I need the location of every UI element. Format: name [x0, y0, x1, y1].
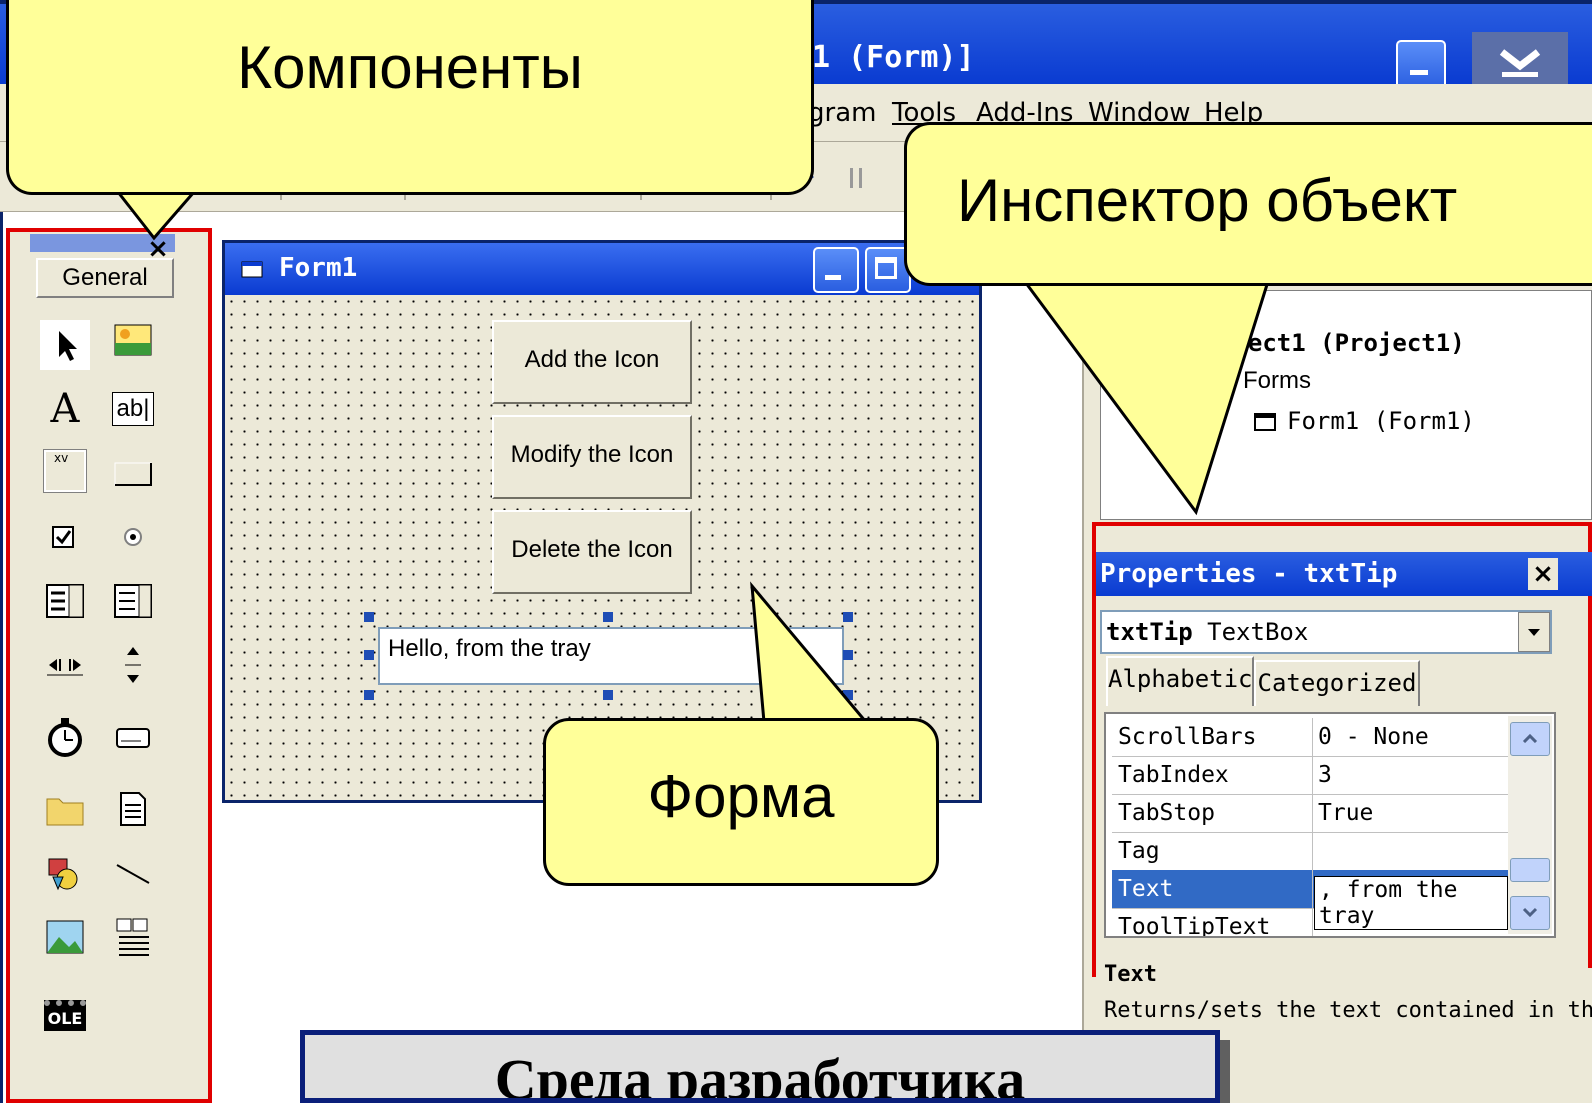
selection-handle[interactable] — [603, 690, 613, 700]
timer-icon — [48, 718, 82, 757]
textbox-tool[interactable]: ab| — [108, 384, 158, 434]
button-icon — [114, 462, 152, 486]
form1-title: Form1 — [279, 253, 358, 283]
description-text: Returns/sets the text contained in the — [1104, 998, 1592, 1023]
property-grid: ScrollBars 0 - None TabIndex 3 TabStop True… — [1104, 712, 1556, 938]
commandbutton-tool[interactable] — [108, 446, 158, 496]
tab-alphabetic[interactable]: Alphabetic — [1106, 656, 1254, 706]
inspector-callout-text: Инспектор объект — [957, 171, 1458, 231]
object-dropdown-button[interactable] — [1518, 612, 1550, 652]
checkbox-icon — [52, 526, 74, 548]
modify-icon-button[interactable]: Modify the Icon — [492, 415, 692, 499]
scroll-down-button[interactable] — [1510, 896, 1550, 930]
form-icon — [241, 261, 263, 278]
optionbutton-tool[interactable] — [108, 512, 158, 562]
hscrollbar-tool[interactable] — [40, 640, 90, 690]
pause-icon[interactable] — [850, 168, 862, 188]
project-root-item[interactable]: oject1 (Project1) — [1219, 329, 1465, 357]
selection-handle[interactable] — [364, 612, 374, 622]
shape-icon — [48, 858, 78, 891]
ide-title: 1 (Form)] — [812, 40, 975, 75]
textbox-icon: ab| — [111, 392, 155, 426]
line-icon — [116, 864, 150, 884]
frame-icon: xv — [43, 449, 87, 493]
selection-handle[interactable] — [843, 690, 853, 700]
selection-handle[interactable] — [843, 650, 853, 660]
picture-icon — [114, 324, 152, 356]
combobox-icon — [46, 584, 84, 618]
frame-tool[interactable]: xv — [40, 446, 90, 496]
slide-footer-title: Среда разработчика — [300, 1030, 1220, 1103]
minimize-button[interactable] — [1396, 40, 1446, 90]
property-row[interactable]: TabStop True — [1112, 794, 1508, 833]
form-callout: Форма — [543, 718, 939, 886]
chevron-down-icon — [1522, 907, 1538, 918]
chevron-up-icon — [1522, 733, 1538, 744]
form1-node-item[interactable]: Form1 (Form1) — [1287, 407, 1475, 435]
chevron-down-icon — [1528, 629, 1540, 636]
data-tool[interactable] — [108, 912, 158, 962]
vscrollbar-tool[interactable] — [108, 640, 158, 690]
form-node-icon — [1254, 413, 1276, 431]
pointer-icon — [59, 331, 77, 361]
form-minimize-button[interactable] — [813, 247, 859, 293]
shape-tool[interactable] — [40, 848, 90, 898]
forms-folder-item[interactable]: Forms — [1243, 367, 1311, 395]
properties-title: Properties - txtTip — [1096, 552, 1592, 596]
drive-icon — [116, 728, 150, 748]
vscrollbar-icon — [125, 647, 141, 683]
image-tool[interactable] — [40, 912, 90, 962]
property-row[interactable]: ScrollBars 0 - None — [1112, 718, 1508, 757]
selection-handle[interactable] — [843, 612, 853, 622]
ole-icon: OLE — [43, 999, 87, 1031]
form1-title-bar[interactable]: Form1 — [225, 243, 979, 295]
delete-icon-button[interactable]: Delete the Icon — [492, 510, 692, 594]
toolbox-tab-general[interactable]: General — [36, 258, 174, 298]
property-row[interactable]: Tag — [1112, 832, 1508, 871]
components-callout-text: Компоненты — [237, 34, 583, 101]
add-icon-button[interactable]: Add the Icon — [492, 320, 692, 404]
checkbox-tool[interactable] — [40, 512, 90, 562]
dirlistbox-tool[interactable] — [40, 784, 90, 834]
listbox-icon — [114, 584, 152, 618]
inspector-callout: Инспектор объект — [904, 122, 1592, 286]
filelistbox-tool[interactable] — [108, 784, 158, 834]
selection-handle[interactable] — [364, 690, 374, 700]
collapse-icon[interactable] — [1472, 32, 1568, 88]
folder-icon — [46, 798, 84, 826]
txttip-textbox[interactable]: Hello, from the tray — [378, 627, 844, 685]
radio-icon — [124, 528, 142, 546]
hscrollbar-icon — [47, 659, 83, 676]
pointer-tool[interactable] — [40, 320, 90, 370]
form-callout-text: Форма — [647, 763, 835, 830]
selection-handle[interactable] — [364, 650, 374, 660]
timer-tool[interactable] — [40, 712, 90, 762]
picturebox-tool[interactable] — [108, 316, 158, 366]
drivelistbox-tool[interactable] — [108, 712, 158, 762]
components-callout: Компоненты — [6, 0, 814, 195]
label-tool[interactable]: A — [40, 384, 90, 434]
description-title: Text — [1104, 962, 1157, 987]
selection-handle[interactable] — [603, 612, 613, 622]
scroll-thumb[interactable] — [1510, 858, 1550, 882]
line-tool[interactable] — [108, 848, 158, 898]
object-selector[interactable]: txtTip TextBox — [1100, 610, 1552, 654]
listbox-tool[interactable] — [108, 576, 158, 626]
menu-item-program[interactable]: gram — [808, 98, 876, 128]
label-icon: A — [50, 386, 80, 432]
object-name: txtTip — [1106, 618, 1193, 646]
ole-tool[interactable]: OLE — [40, 990, 90, 1040]
object-type: TextBox — [1207, 618, 1309, 646]
data-control-icon — [116, 918, 149, 956]
property-row[interactable]: ToolTipText — [1112, 908, 1508, 936]
scroll-up-button[interactable] — [1510, 722, 1550, 756]
property-row-selected[interactable]: Text, from the tray — [1112, 870, 1508, 930]
image-icon — [46, 920, 84, 954]
file-icon — [120, 792, 146, 826]
property-row[interactable]: TabIndex 3 — [1112, 756, 1508, 795]
tab-categorized[interactable]: Categorized — [1254, 660, 1420, 706]
combobox-tool[interactable] — [40, 576, 90, 626]
properties-close-button[interactable]: × — [1528, 558, 1558, 590]
project-explorer-tree[interactable]: oject1 (Project1) Forms Form1 (Form1) — [1100, 290, 1592, 520]
